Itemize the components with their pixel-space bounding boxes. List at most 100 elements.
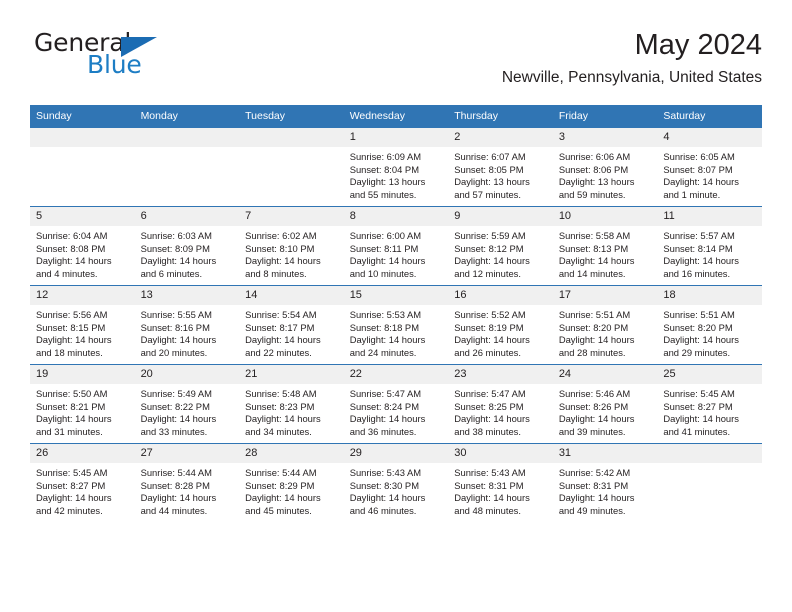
sunrise-text: Sunrise: 6:00 AM — [349, 230, 422, 241]
day-details: Sunrise: 5:51 AM Sunset: 8:20 PM Daylight:… — [553, 305, 658, 359]
day-details: Sunrise: 5:43 AM Sunset: 8:31 PM Daylight:… — [448, 463, 553, 517]
weekday-header-row: Sunday Monday Tuesday Wednesday Thursday Frid… — [30, 105, 762, 128]
calendar-day-cell[interactable]: 31 Sunrise: 5:42 AM Sunset: 8:31 PM Dayligh… — [552, 443, 658, 522]
sunrise-text: Sunrise: 5:52 AM — [454, 309, 526, 320]
calendar-day-cell[interactable]: 20 Sunrise: 5:49 AM Sunset: 8:22 PM Dayligh… — [134, 364, 240, 444]
daylight-text-cont: and 20 minutes. — [140, 346, 208, 358]
day-number: 9 — [448, 207, 553, 226]
daylight-text-cont: and 24 minutes. — [349, 346, 417, 358]
day-number — [239, 128, 344, 147]
sunrise-text: Sunrise: 6:02 AM — [245, 230, 317, 241]
calendar-day-cell[interactable]: 12 Sunrise: 5:56 AM Sunset: 8:15 PM Dayligh… — [30, 285, 135, 365]
sunset-text: Sunset: 8:18 PM — [349, 321, 419, 333]
daylight-text-cont: and 45 minutes. — [245, 504, 312, 516]
daylight-text-cont: and 33 minutes. — [140, 425, 208, 437]
calendar-day-cell[interactable]: 21 Sunrise: 5:48 AM Sunset: 8:23 PM Dayligh… — [239, 364, 344, 444]
calendar-day-cell[interactable]: 14 Sunrise: 5:54 AM Sunset: 8:17 PM Dayligh… — [239, 285, 344, 365]
calendar-day-cell[interactable]: 9 Sunrise: 5:59 AM Sunset: 8:12 PM Daylight… — [448, 206, 553, 286]
logo-text-blue: Blue — [87, 50, 142, 79]
day-number: 22 — [343, 365, 449, 384]
calendar-day-cell[interactable]: 3 Sunrise: 6:06 AM Sunset: 8:06 PM Daylight… — [552, 127, 658, 207]
daylight-text-cont: and 26 minutes. — [454, 346, 521, 358]
daylight-text: Daylight: 14 hours — [663, 413, 739, 425]
sunrise-text: Sunrise: 5:44 AM — [245, 467, 317, 478]
day-number: 21 — [239, 365, 344, 384]
sunrise-text: Sunrise: 5:43 AM — [454, 467, 526, 478]
calendar-day-cell[interactable]: 1 Sunrise: 6:09 AM Sunset: 8:04 PM Daylight… — [343, 127, 449, 207]
daylight-text: Daylight: 14 hours — [245, 334, 321, 346]
calendar-day-cell[interactable]: 23 Sunrise: 5:47 AM Sunset: 8:25 PM Dayligh… — [448, 364, 553, 444]
daylight-text-cont: and 28 minutes. — [558, 346, 626, 358]
calendar-day-cell[interactable]: 17 Sunrise: 5:51 AM Sunset: 8:20 PM Dayligh… — [552, 285, 658, 365]
day-details: Sunrise: 6:09 AM Sunset: 8:04 PM Daylight:… — [344, 147, 449, 201]
calendar-day-cell[interactable]: 10 Sunrise: 5:58 AM Sunset: 8:13 PM Dayligh… — [552, 206, 658, 286]
calendar-day-cell[interactable]: 19 Sunrise: 5:50 AM Sunset: 8:21 PM Dayligh… — [30, 364, 135, 444]
day-details: Sunrise: 6:02 AM Sunset: 8:10 PM Daylight:… — [239, 226, 344, 280]
sunrise-text: Sunrise: 5:43 AM — [349, 467, 422, 478]
day-details: Sunrise: 5:59 AM Sunset: 8:12 PM Daylight:… — [448, 226, 553, 280]
daylight-text: Daylight: 14 hours — [140, 334, 217, 346]
sunset-text: Sunset: 8:21 PM — [36, 400, 106, 412]
daylight-text-cont: and 49 minutes. — [558, 504, 626, 516]
calendar-week-row: 12 Sunrise: 5:56 AM Sunset: 8:15 PM Dayligh… — [30, 285, 762, 365]
calendar-day-cell[interactable]: 18 Sunrise: 5:51 AM Sunset: 8:20 PM Dayligh… — [657, 285, 762, 365]
daylight-text-cont: and 57 minutes. — [454, 188, 521, 200]
day-details: Sunrise: 5:43 AM Sunset: 8:30 PM Daylight:… — [344, 463, 449, 517]
sunrise-text: Sunrise: 5:47 AM — [454, 388, 526, 399]
sunrise-text: Sunrise: 5:50 AM — [36, 388, 108, 399]
day-number: 8 — [343, 207, 449, 226]
sunrise-text: Sunrise: 5:59 AM — [454, 230, 526, 241]
sunrise-text: Sunrise: 5:47 AM — [349, 388, 422, 399]
calendar-day-cell-empty — [30, 127, 135, 207]
calendar-day-cell[interactable]: 27 Sunrise: 5:44 AM Sunset: 8:28 PM Dayligh… — [134, 443, 240, 522]
day-details: Sunrise: 5:53 AM Sunset: 8:18 PM Daylight:… — [344, 305, 449, 359]
calendar-day-cell[interactable]: 15 Sunrise: 5:53 AM Sunset: 8:18 PM Dayligh… — [343, 285, 449, 365]
daylight-text-cont: and 55 minutes. — [349, 188, 417, 200]
daylight-text: Daylight: 14 hours — [454, 334, 530, 346]
daylight-text-cont: and 8 minutes. — [245, 267, 307, 279]
daylight-text: Daylight: 14 hours — [454, 492, 530, 504]
day-details: Sunrise: 5:45 AM Sunset: 8:27 PM Daylight:… — [657, 384, 762, 438]
calendar-day-cell[interactable]: 24 Sunrise: 5:46 AM Sunset: 8:26 PM Dayligh… — [552, 364, 658, 444]
general-blue-logo[interactable]: General Blue — [30, 28, 290, 90]
day-number — [657, 444, 762, 463]
calendar-day-cell[interactable]: 28 Sunrise: 5:44 AM Sunset: 8:29 PM Dayligh… — [239, 443, 344, 522]
daylight-text: Daylight: 14 hours — [663, 334, 739, 346]
calendar-day-cell[interactable]: 4 Sunrise: 6:05 AM Sunset: 8:07 PM Daylight… — [657, 127, 762, 207]
daylight-text-cont: and 12 minutes. — [454, 267, 521, 279]
day-number: 19 — [30, 365, 135, 384]
sunset-text: Sunset: 8:15 PM — [36, 321, 106, 333]
calendar-day-cell[interactable]: 16 Sunrise: 5:52 AM Sunset: 8:19 PM Dayligh… — [448, 285, 553, 365]
calendar-day-cell[interactable]: 30 Sunrise: 5:43 AM Sunset: 8:31 PM Dayligh… — [448, 443, 553, 522]
day-details: Sunrise: 6:00 AM Sunset: 8:11 PM Daylight:… — [344, 226, 449, 280]
daylight-text: Daylight: 14 hours — [349, 413, 426, 425]
calendar-day-cell[interactable]: 7 Sunrise: 6:02 AM Sunset: 8:10 PM Daylight… — [239, 206, 344, 286]
calendar-day-cell[interactable]: 25 Sunrise: 5:45 AM Sunset: 8:27 PM Dayligh… — [657, 364, 762, 444]
calendar-body: 1 Sunrise: 6:09 AM Sunset: 8:04 PM Daylight… — [30, 127, 762, 522]
calendar-day-cell[interactable]: 29 Sunrise: 5:43 AM Sunset: 8:30 PM Dayligh… — [343, 443, 449, 522]
calendar-day-cell[interactable]: 11 Sunrise: 5:57 AM Sunset: 8:14 PM Dayligh… — [657, 206, 762, 286]
sunrise-text: Sunrise: 6:04 AM — [36, 230, 108, 241]
sunrise-text: Sunrise: 5:42 AM — [558, 467, 631, 478]
day-number: 15 — [343, 286, 449, 305]
sunset-text: Sunset: 8:23 PM — [245, 400, 315, 412]
daylight-text: Daylight: 14 hours — [663, 176, 739, 188]
day-details: Sunrise: 5:48 AM Sunset: 8:23 PM Daylight:… — [239, 384, 344, 438]
calendar-day-cell[interactable]: 13 Sunrise: 5:55 AM Sunset: 8:16 PM Dayligh… — [134, 285, 240, 365]
day-details: Sunrise: 5:50 AM Sunset: 8:21 PM Daylight:… — [30, 384, 135, 438]
sunset-text: Sunset: 8:12 PM — [454, 242, 524, 254]
daylight-text: Daylight: 13 hours — [349, 176, 426, 188]
calendar-day-cell[interactable]: 2 Sunrise: 6:07 AM Sunset: 8:05 PM Daylight… — [448, 127, 553, 207]
calendar-day-cell[interactable]: 26 Sunrise: 5:45 AM Sunset: 8:27 PM Dayligh… — [30, 443, 135, 522]
calendar-header-row: Sunday Monday Tuesday Wednesday Thursday Frid… — [30, 105, 762, 128]
sunset-text: Sunset: 8:14 PM — [663, 242, 733, 254]
day-details: Sunrise: 6:07 AM Sunset: 8:05 PM Daylight:… — [448, 147, 553, 201]
day-number: 3 — [552, 128, 658, 147]
day-details: Sunrise: 5:46 AM Sunset: 8:26 PM Daylight:… — [553, 384, 658, 438]
calendar-day-cell[interactable]: 8 Sunrise: 6:00 AM Sunset: 8:11 PM Daylight… — [343, 206, 449, 286]
sunset-text: Sunset: 8:19 PM — [454, 321, 524, 333]
calendar-day-cell[interactable]: 6 Sunrise: 6:03 AM Sunset: 8:09 PM Daylight… — [134, 206, 240, 286]
calendar-day-cell[interactable]: 22 Sunrise: 5:47 AM Sunset: 8:24 PM Dayligh… — [343, 364, 449, 444]
calendar-day-cell[interactable]: 5 Sunrise: 6:04 AM Sunset: 8:08 PM Daylight… — [30, 206, 135, 286]
daylight-text-cont: and 14 minutes. — [558, 267, 626, 279]
